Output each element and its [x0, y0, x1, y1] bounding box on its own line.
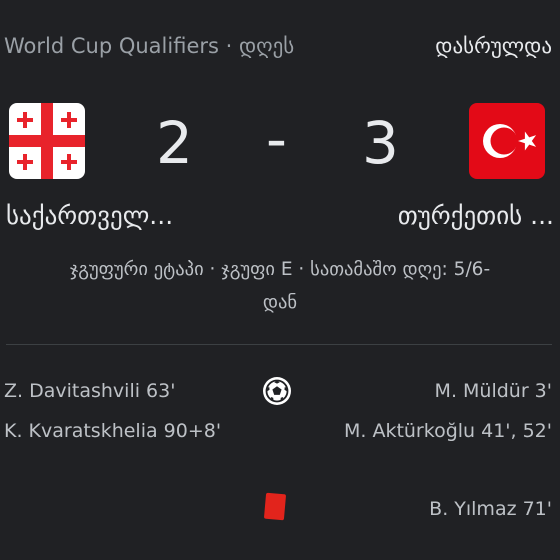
competition-label[interactable]: World Cup Qualifiers · დღეს [4, 34, 294, 58]
home-team-name[interactable]: საქართველ... [6, 201, 173, 230]
red-card-icon [263, 492, 287, 521]
turkey-flag-icon[interactable] [469, 103, 545, 179]
match-stage-info: ჯგუფური ეტაპი · ჯგუფი E · სათამაშო დღე: … [0, 253, 560, 319]
away-score: 3 [362, 109, 399, 177]
away-goal-scorer: M. Müldür 3' [434, 380, 552, 402]
away-red-card-player: B. Yılmaz 71' [429, 498, 552, 520]
stage-line: ჯგუფური ეტაპი · ჯგუფი E · სათამაშო დღე: … [69, 259, 491, 280]
divider [6, 344, 552, 345]
home-goal-scorer: K. Kvaratskhelia 90+8' [4, 420, 222, 442]
home-score: 2 [156, 109, 193, 177]
match-status: დასრულდა [435, 34, 552, 58]
georgia-flag-icon[interactable] [9, 103, 85, 179]
home-goal-scorer: Z. Davitashvili 63' [4, 380, 176, 402]
score-separator: - [266, 105, 287, 173]
soccer-ball-icon [262, 376, 292, 406]
away-goal-scorer: M. Aktürkoğlu 41', 52' [343, 420, 552, 442]
stage-line: დან [262, 292, 298, 313]
away-team-name[interactable]: თურქეთის ... [398, 201, 554, 230]
